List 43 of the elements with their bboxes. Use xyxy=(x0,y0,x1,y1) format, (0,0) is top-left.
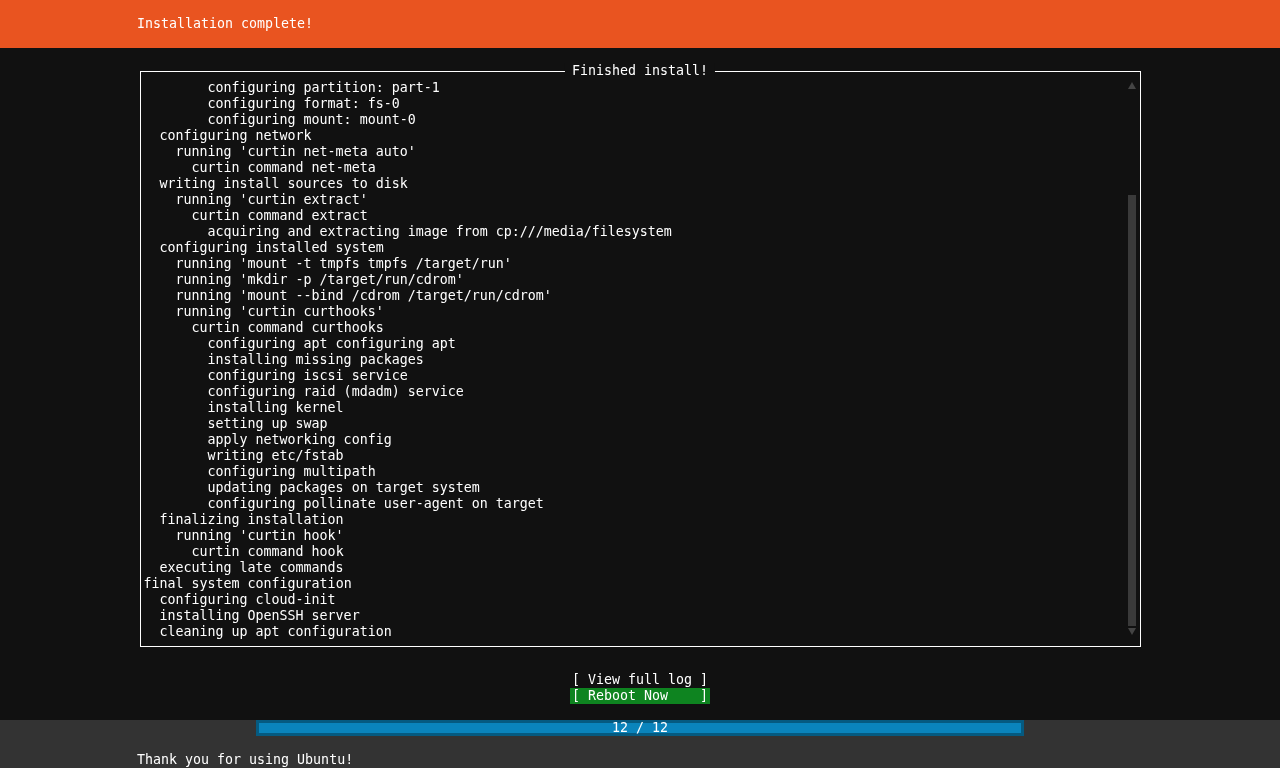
log-line: running 'curtin extract' xyxy=(175,192,368,207)
scrollbar-thumb[interactable] xyxy=(1127,195,1136,626)
log-line: configuring apt configuring apt xyxy=(207,336,456,351)
scroll-down-icon[interactable] xyxy=(1127,628,1136,635)
log-line: writing install sources to disk xyxy=(159,176,408,191)
log-line: running 'mount --bind /cdrom /target/run/cdrom' xyxy=(175,288,552,303)
log-line: configuring format: fs-0 xyxy=(207,96,400,111)
log-line: updating packages on target system xyxy=(207,480,480,495)
log-line: running 'curtin curthooks' xyxy=(175,304,384,319)
log-line: curtin command hook xyxy=(191,544,344,559)
log-line: curtin command curthooks xyxy=(191,320,384,335)
log-line: installing missing packages xyxy=(207,352,424,367)
log-line: curtin command net-meta xyxy=(191,160,376,175)
progress-label: 12 / 12 xyxy=(611,720,668,736)
log-line: acquiring and extracting image from cp:///media/filesystem xyxy=(207,224,672,239)
log-line: writing etc/fstab xyxy=(207,448,344,463)
log-line: configuring network xyxy=(159,128,312,143)
log-line: configuring raid (mdadm) service xyxy=(207,384,464,399)
log-line: configuring installed system xyxy=(159,240,384,255)
header-title: Installation complete! xyxy=(137,16,314,32)
log-line: cleaning up apt configuration xyxy=(159,624,392,639)
log-line: final system configuration xyxy=(143,576,352,591)
log-line: setting up swap xyxy=(207,416,328,431)
log-line: curtin command extract xyxy=(191,208,368,223)
log-line: running 'mkdir -p /target/run/cdrom' xyxy=(175,272,464,287)
log-line: configuring mount: mount-0 xyxy=(207,112,416,127)
log-line: running 'curtin net-meta auto' xyxy=(175,144,416,159)
log-line: running 'mount -t tmpfs tmpfs /target/run' xyxy=(175,256,512,271)
scroll-up-icon[interactable] xyxy=(1127,82,1136,89)
log-line: executing late commands xyxy=(159,560,344,575)
log-line: apply networking config xyxy=(207,432,392,447)
log-line: configuring iscsi service xyxy=(207,368,408,383)
footer-message: Thank you for using Ubuntu! xyxy=(136,752,355,768)
action-button[interactable]: [ View full log ] xyxy=(569,672,711,688)
log-line: running 'curtin hook' xyxy=(175,528,344,543)
log-line: configuring pollinate user-agent on target xyxy=(207,496,544,511)
log-line: configuring multipath xyxy=(207,464,376,479)
action-button[interactable]: [ Reboot Now ] xyxy=(569,688,711,704)
log-line: installing OpenSSH server xyxy=(159,608,360,623)
log-line: finalizing installation xyxy=(159,512,344,527)
log-line: configuring partition: part-1 xyxy=(207,80,440,95)
log-line: installing kernel xyxy=(207,400,344,415)
log-line: configuring cloud-init xyxy=(159,592,336,607)
